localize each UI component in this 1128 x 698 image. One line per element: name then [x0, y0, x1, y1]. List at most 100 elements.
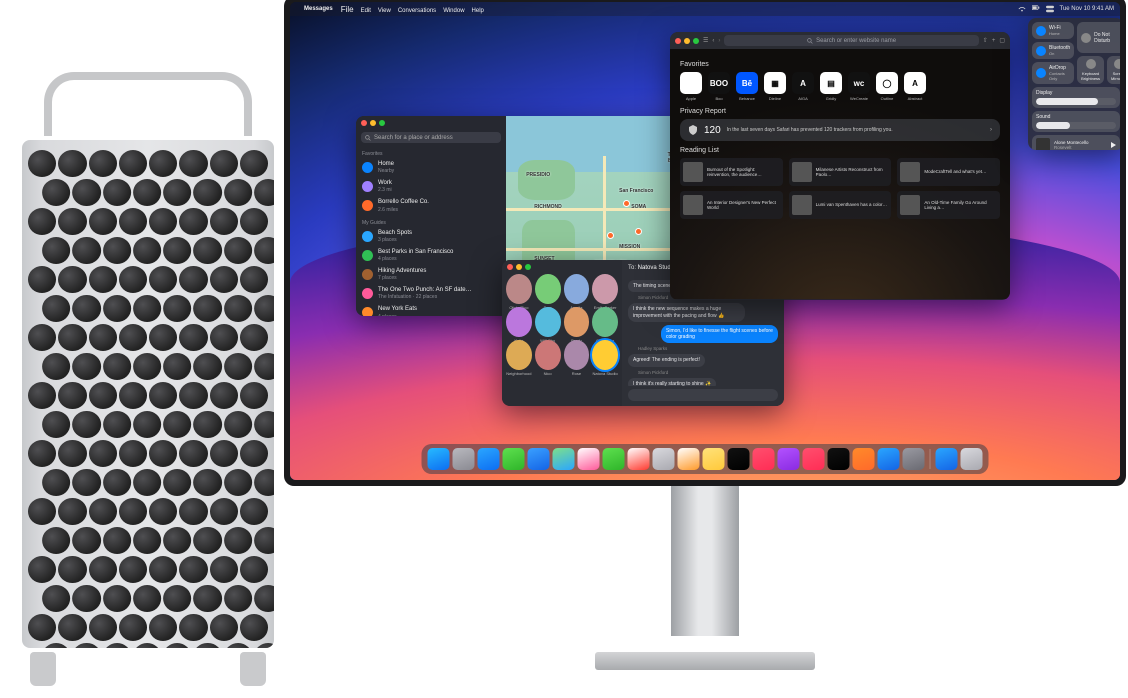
safari-window[interactable]: ☰ ‹ › Search or enter website name ⇧ + ▢… [670, 32, 1010, 300]
wifi-icon[interactable] [1018, 5, 1026, 13]
dock-app-music[interactable] [753, 448, 775, 470]
menu-bar[interactable]: Messages FileEditViewConversationsWindow… [290, 2, 1120, 16]
maps-sidebar-item[interactable]: Beach Spots3 places [356, 227, 506, 246]
map-pin[interactable] [635, 228, 642, 235]
control-center-icon[interactable] [1046, 5, 1054, 13]
favorite-site[interactable]: AAIGA [792, 72, 814, 94]
favorite-site[interactable]: ▤Gridly [820, 72, 842, 94]
pinned-conversation[interactable]: Sam [535, 274, 561, 304]
maps-sidebar-item[interactable]: HomeNearby [356, 158, 506, 177]
dock-app-finder[interactable] [428, 448, 450, 470]
menubar-app-name[interactable]: Messages [304, 6, 333, 12]
dock-app-maps[interactable] [553, 448, 575, 470]
dock-app-safari[interactable] [478, 448, 500, 470]
maps-sidebar-item[interactable]: Work2.3 mi [356, 177, 506, 196]
privacy-report-card[interactable]: 120 In the last seven days Safari has pr… [680, 119, 1000, 141]
maps-sidebar-item[interactable]: Borrello Coffee Co.2.6 miles [356, 196, 506, 215]
reading-list-item[interactable]: An Interior Designer's New Perfect World [680, 191, 783, 219]
address-bar[interactable]: Search or enter website name [724, 35, 978, 46]
cc-display-slider[interactable]: Display [1032, 87, 1120, 108]
sidebar-toggle-icon[interactable]: ☰ [703, 37, 708, 44]
menu-view[interactable]: View [378, 8, 391, 14]
dock-app-podcasts[interactable] [778, 448, 800, 470]
dock-app-books[interactable] [853, 448, 875, 470]
message-input[interactable] [628, 389, 778, 401]
maps-search-input[interactable]: Search for a place or address [361, 132, 501, 143]
dock[interactable] [422, 444, 989, 474]
favorite-site[interactable]: ▦Dieline [764, 72, 786, 94]
cc-airdrop-tile[interactable]: AirDropContacts Only [1032, 62, 1074, 84]
message-bubble[interactable]: I think it's really starting to shine ✨ [628, 378, 716, 387]
dock-app-mail[interactable] [528, 448, 550, 470]
cc-keyboard-brightness-tile[interactable]: Keyboard Brightness [1077, 56, 1104, 84]
cc-bluetooth-tile[interactable]: BluetoothOn [1032, 42, 1074, 59]
window-controls[interactable] [502, 260, 536, 274]
dock-app-system-preferences[interactable] [903, 448, 925, 470]
nav-back-icon[interactable]: ‹ [712, 38, 714, 44]
dock-app-trash[interactable] [961, 448, 983, 470]
favorite-site[interactable]: AAbstract [904, 72, 926, 94]
menu-window[interactable]: Window [443, 8, 464, 14]
cc-wifi-tile[interactable]: Wi-FiHome [1032, 22, 1074, 39]
nav-forward-icon[interactable]: › [718, 38, 720, 44]
dock-app-app-store[interactable] [878, 448, 900, 470]
dock-app-messages[interactable] [503, 448, 525, 470]
message-bubble[interactable]: I think the new sequence makes a huge im… [628, 303, 745, 322]
pinned-conversation[interactable]: Nico [535, 340, 561, 370]
reading-list-item[interactable]: Lumi van Spenthaven has a color… [789, 191, 892, 219]
dock-app-news[interactable] [803, 448, 825, 470]
pinned-conversation[interactable]: Amelia [564, 274, 590, 304]
window-controls[interactable] [356, 116, 506, 130]
message-bubble[interactable]: Agreed! The ending is perfect! [628, 354, 705, 366]
dock-app-notes[interactable] [703, 448, 725, 470]
map-pin[interactable] [623, 200, 630, 207]
cc-now-playing[interactable]: Alone MontecelloRosevelt [1032, 135, 1120, 150]
dock-app-reminders[interactable] [678, 448, 700, 470]
cc-dnd-tile[interactable]: Do Not Disturb [1077, 22, 1120, 53]
dock-app-stocks[interactable] [828, 448, 850, 470]
dock-app-photos[interactable] [578, 448, 600, 470]
cc-sound-slider[interactable]: Sound [1032, 111, 1120, 132]
tabs-icon[interactable]: ▢ [999, 37, 1005, 44]
message-bubble[interactable]: Simon, I'd like to finesse the flight sc… [661, 325, 778, 344]
pinned-conversation[interactable]: Natova Studio [592, 340, 618, 370]
pinned-conversation[interactable]: Emily Parker [592, 274, 618, 304]
menu-file[interactable]: File [341, 5, 354, 14]
pinned-conversation[interactable]: Will Cho [535, 307, 561, 337]
menu-edit[interactable]: Edit [361, 8, 371, 14]
reading-list-item[interactable]: Burnout of the Spotlight: reinvention, t… [680, 158, 783, 186]
dock-app-calendar[interactable] [628, 448, 650, 470]
pinned-conversation[interactable]: Rose [564, 340, 590, 370]
share-icon[interactable]: ⇧ [983, 37, 988, 44]
maps-sidebar-item[interactable]: The One Two Punch: An SF date…The Infatu… [356, 284, 506, 303]
play-icon[interactable] [1111, 142, 1116, 148]
menu-help[interactable]: Help [472, 8, 484, 14]
dock-app-contacts[interactable] [653, 448, 675, 470]
control-center-panel[interactable]: Wi-FiHome BluetoothOn AirDropContacts On… [1028, 18, 1120, 150]
maps-sidebar-item[interactable]: New York Eats4 places [356, 303, 506, 316]
macos-desktop[interactable]: Messages FileEditViewConversationsWindow… [290, 2, 1120, 480]
window-controls[interactable] [675, 38, 699, 44]
favorite-site[interactable]: BOOBoo [708, 72, 730, 94]
pinned-conversation[interactable]: Katie [506, 307, 532, 337]
menubar-clock[interactable]: Tue Nov 10 9:41 AM [1060, 6, 1114, 12]
pinned-conversation[interactable]: Brody [564, 307, 590, 337]
favorite-site[interactable]: Apple [680, 72, 702, 94]
reading-list-item[interactable]: ModeCraftTell and what's yet… [897, 158, 1000, 186]
dock-app-facetime[interactable] [603, 448, 625, 470]
pinned-conversation[interactable]: Neighborhood [506, 340, 532, 370]
pinned-conversation[interactable]: Core Four [592, 307, 618, 337]
battery-icon[interactable] [1032, 5, 1040, 13]
favorite-site[interactable]: ◯Outline [876, 72, 898, 94]
cc-screen-mirroring-tile[interactable]: Screen Mirroring [1107, 56, 1120, 84]
reading-list-item[interactable]: Milanese Artists Reconstruct from Paolo… [789, 158, 892, 186]
new-tab-icon[interactable]: + [992, 38, 996, 44]
dock-app-tv[interactable] [728, 448, 750, 470]
pinned-conversation[interactable]: Olivia Rico [506, 274, 532, 304]
map-pin[interactable] [607, 232, 614, 239]
favorite-site[interactable]: BēBehance [736, 72, 758, 94]
favorite-site[interactable]: wcWeCreate [848, 72, 870, 94]
dock-app-downloads[interactable] [936, 448, 958, 470]
maps-sidebar-item[interactable]: Hiking Adventures7 places [356, 265, 506, 284]
maps-sidebar-item[interactable]: Best Parks in San Francisco4 places [356, 246, 506, 265]
